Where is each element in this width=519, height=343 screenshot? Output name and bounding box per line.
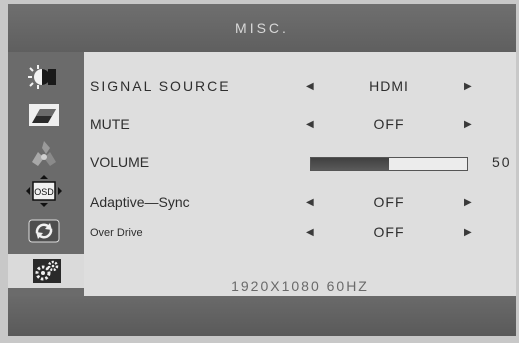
color-icon — [32, 141, 56, 166]
arrow-right-icon[interactable]: ▶ — [464, 81, 472, 92]
monitor-osd: MISC. OSD SIGNAL SOURCE ◀ HDMI ▶ MUTE ◀ … — [0, 0, 519, 343]
page-title: MISC. — [235, 20, 289, 36]
menu-row-mute[interactable]: MUTE ◀ OFF ▶ — [84, 116, 516, 138]
menu-value: OFF — [373, 194, 405, 210]
image-icon — [29, 104, 59, 126]
arrow-left-icon[interactable]: ◀ — [306, 81, 314, 92]
menu-row-over-drive[interactable]: Over Drive ◀ OFF ▶ — [84, 224, 516, 246]
sidebar-item-misc[interactable] — [8, 254, 86, 288]
menu-row-signal-source[interactable]: SIGNAL SOURCE ◀ HDMI ▶ — [84, 78, 516, 100]
arrow-left-icon[interactable]: ◀ — [306, 227, 314, 238]
arrow-left-icon[interactable]: ◀ — [306, 119, 314, 130]
sidebar-item-image[interactable] — [16, 98, 72, 132]
menu-value: HDMI — [369, 78, 409, 94]
volume-slider[interactable] — [310, 157, 468, 171]
arrow-right-icon[interactable]: ▶ — [464, 227, 472, 238]
menu-label: SIGNAL SOURCE — [90, 78, 231, 94]
menu-value: OFF — [373, 116, 405, 132]
arrow-right-icon[interactable]: ▶ — [464, 119, 472, 130]
menu-panel: SIGNAL SOURCE ◀ HDMI ▶ MUTE ◀ OFF ▶ VOLU… — [84, 52, 516, 296]
misc-settings-icon — [33, 259, 61, 283]
menu-row-adaptive-sync[interactable]: Adaptive—Sync ◀ OFF ▶ — [84, 194, 516, 216]
menu-value: OFF — [373, 224, 405, 240]
resolution-status: 1920X1080 60HZ — [231, 278, 369, 294]
menu-label: VOLUME — [90, 154, 150, 170]
sidebar-item-color[interactable] — [16, 136, 72, 170]
osd-title-bar: MISC. — [8, 4, 516, 52]
volume-value: 50 — [492, 154, 512, 170]
osd-icon-text: OSD — [34, 187, 54, 197]
sidebar-item-reset[interactable] — [16, 214, 72, 248]
menu-label: Adaptive—Sync — [90, 194, 190, 210]
arrow-right-icon[interactable]: ▶ — [464, 197, 472, 208]
arrow-left-icon[interactable]: ◀ — [306, 197, 314, 208]
reset-icon — [28, 219, 60, 243]
sidebar-item-osd[interactable]: OSD — [16, 174, 72, 208]
menu-label: MUTE — [90, 116, 130, 132]
volume-slider-fill — [311, 158, 389, 170]
brightness-icon — [28, 65, 56, 89]
osd-icon: OSD — [26, 175, 62, 207]
sidebar-item-brightness[interactable] — [16, 60, 72, 94]
menu-label: Over Drive — [90, 227, 143, 239]
osd-footer-bar — [8, 296, 516, 336]
menu-row-volume[interactable]: VOLUME 50 — [84, 154, 516, 176]
osd-sidebar: OSD — [8, 52, 86, 296]
